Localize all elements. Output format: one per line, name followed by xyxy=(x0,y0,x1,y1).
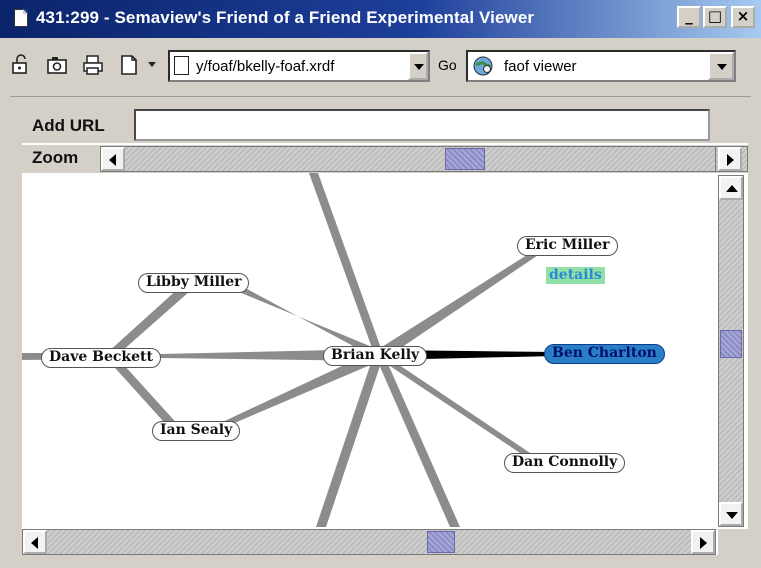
node-ben-charlton[interactable]: Ben Charlton xyxy=(544,344,665,364)
add-url-row: Add URL xyxy=(22,107,748,143)
maximize-button[interactable]: □ xyxy=(703,6,727,28)
applet-area: Add URL Zoom Brian Kelly Eric Miller Lib… xyxy=(10,96,751,564)
title-bar[interactable]: 431:299 - Semaview's Friend of a Friend … xyxy=(0,0,761,38)
printer-icon[interactable] xyxy=(80,53,106,79)
scroll-down-button[interactable] xyxy=(719,502,743,526)
lock-icon[interactable] xyxy=(8,53,34,79)
url-dropdown-button[interactable] xyxy=(408,52,428,80)
vertical-scrollbar[interactable] xyxy=(718,175,744,527)
minimize-button[interactable]: _ xyxy=(677,6,701,28)
zoom-slider-thumb[interactable] xyxy=(445,148,486,170)
viewer-combo[interactable]: faof viewer xyxy=(466,50,736,82)
add-url-input[interactable] xyxy=(134,109,710,141)
scroll-right-button[interactable] xyxy=(691,530,715,554)
viewer-dropdown-button[interactable] xyxy=(708,52,734,80)
document-icon xyxy=(14,9,28,27)
node-libby-miller[interactable]: Libby Miller xyxy=(138,273,250,293)
node-dave-beckett[interactable]: Dave Beckett xyxy=(41,348,161,368)
close-button[interactable]: × xyxy=(731,6,755,28)
scrollbar-corner xyxy=(718,529,748,555)
go-button[interactable]: Go xyxy=(438,57,457,73)
foaf-viewer-panel: Add URL Zoom Brian Kelly Eric Miller Lib… xyxy=(22,107,748,555)
new-page-icon[interactable] xyxy=(116,53,142,79)
chevron-down-icon[interactable] xyxy=(148,62,156,67)
viewer-globe-icon xyxy=(473,56,493,76)
zoom-decrease-button[interactable] xyxy=(101,147,125,171)
toolbar: y/foaf/bkelly-foaf.xrdf Go faof viewer xyxy=(0,38,761,96)
window-title: 431:299 - Semaview's Friend of a Friend … xyxy=(36,8,535,27)
horizontal-scrollbar-thumb[interactable] xyxy=(427,531,455,553)
foaf-graph[interactable]: Brian Kelly Eric Miller Libby Miller Dav… xyxy=(22,173,716,527)
edge-brian-eric-miller xyxy=(377,243,550,360)
zoom-label: Zoom xyxy=(32,148,79,167)
node-eric-miller[interactable]: Eric Miller xyxy=(517,236,618,256)
document-icon xyxy=(174,56,189,75)
details-tag[interactable]: details xyxy=(546,267,605,284)
zoom-slider[interactable] xyxy=(100,146,716,172)
zoom-row: Zoom xyxy=(22,145,748,173)
scroll-left-button[interactable] xyxy=(23,530,47,554)
camera-icon[interactable] xyxy=(44,53,70,79)
vertical-scrollbar-thumb[interactable] xyxy=(720,330,742,358)
add-url-label: Add URL xyxy=(32,116,105,135)
viewer-select-value[interactable]: faof viewer xyxy=(504,58,577,75)
zoom-slider-end[interactable] xyxy=(716,146,748,172)
node-brian-kelly[interactable]: Brian Kelly xyxy=(323,346,428,366)
node-ian-sealy[interactable]: Ian Sealy xyxy=(152,421,241,441)
url-field[interactable]: y/foaf/bkelly-foaf.xrdf xyxy=(196,58,334,75)
edge-brian-up-left xyxy=(309,173,382,359)
horizontal-scrollbar[interactable] xyxy=(22,529,716,555)
zoom-increase-button[interactable] xyxy=(718,147,742,171)
url-combo[interactable]: y/foaf/bkelly-foaf.xrdf xyxy=(168,50,430,82)
node-dan-connolly[interactable]: Dan Connolly xyxy=(504,453,626,473)
scroll-up-button[interactable] xyxy=(719,176,743,200)
